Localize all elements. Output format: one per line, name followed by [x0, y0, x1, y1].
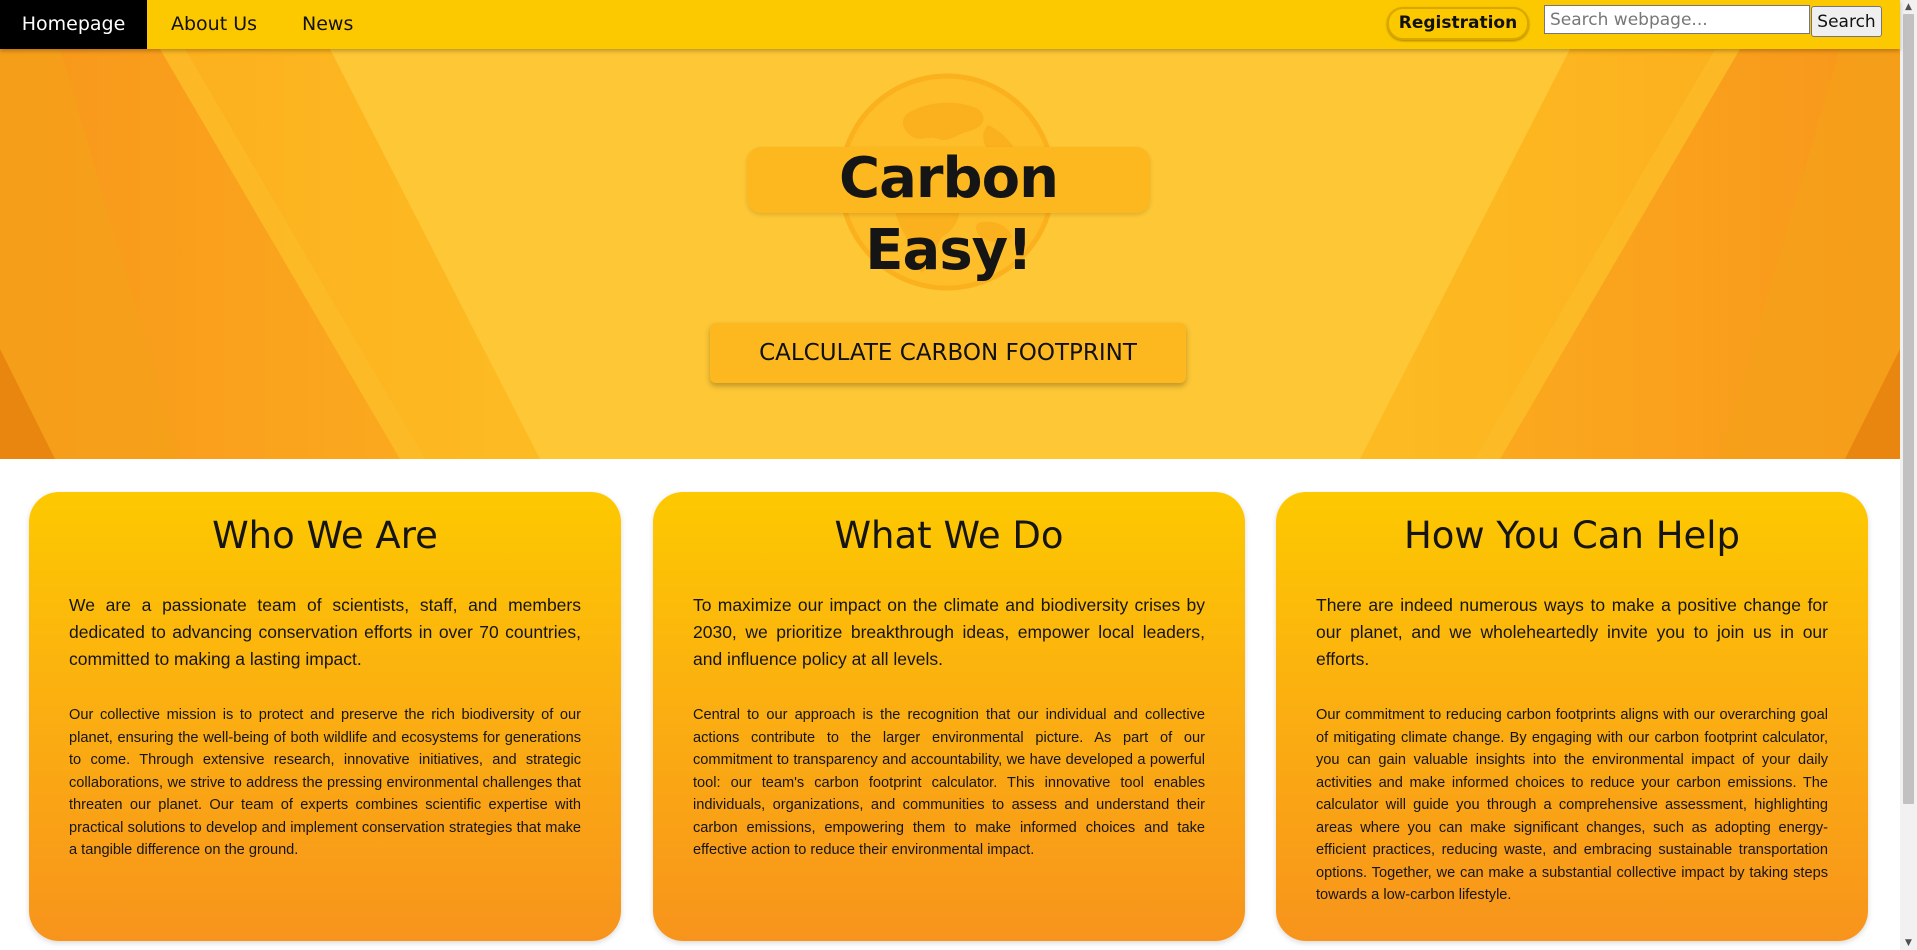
nav-link-news[interactable]: News — [302, 0, 353, 49]
nav-link-homepage[interactable]: Homepage — [0, 0, 147, 49]
calculate-carbon-footprint-button[interactable]: CALCULATE CARBON FOOTPRINT — [710, 323, 1186, 383]
top-navbar: Homepage About Us News Registration Sear… — [0, 0, 1900, 49]
card-body-text: Our collective mission is to protect and… — [69, 707, 581, 858]
card-title: Who We Are — [212, 514, 438, 557]
scrollbar-thumb[interactable] — [1903, 14, 1914, 804]
registration-button[interactable]: Registration — [1387, 7, 1529, 40]
vertical-scrollbar[interactable]: ▲ ▼ — [1900, 0, 1917, 950]
card-who-we-are: Who We Are We are a passionate team of s… — [29, 492, 621, 941]
card-lead-text: We are a passionate team of scientists, … — [69, 595, 581, 669]
card-lead-text: To maximize our impact on the climate an… — [693, 595, 1205, 669]
card-title: How You Can Help — [1403, 514, 1741, 557]
card-how-you-can-help: How You Can Help There are indeed numero… — [1276, 492, 1868, 941]
hero-title: Carbon Easy! — [839, 146, 1059, 283]
card-title: What We Do — [834, 514, 1064, 557]
nav-link-about-us[interactable]: About Us — [171, 0, 257, 49]
search-button[interactable]: Search — [1811, 6, 1882, 37]
scroll-down-arrow-icon[interactable]: ▼ — [1900, 936, 1917, 950]
card-body-text: Central to our approach is the recogniti… — [693, 707, 1205, 858]
card-lead-text: There are indeed numerous ways to make a… — [1316, 595, 1828, 669]
card-what-we-do: What We Do To maximize our impact on the… — [653, 492, 1245, 941]
card-body-text: Our commitment to reducing carbon footpr… — [1316, 707, 1828, 903]
search-input[interactable] — [1544, 5, 1810, 34]
hero-banner: Carbon Easy! CALCULATE CARBON FOOTPRINT — [0, 49, 1900, 459]
scroll-up-arrow-icon[interactable]: ▲ — [1900, 0, 1917, 14]
